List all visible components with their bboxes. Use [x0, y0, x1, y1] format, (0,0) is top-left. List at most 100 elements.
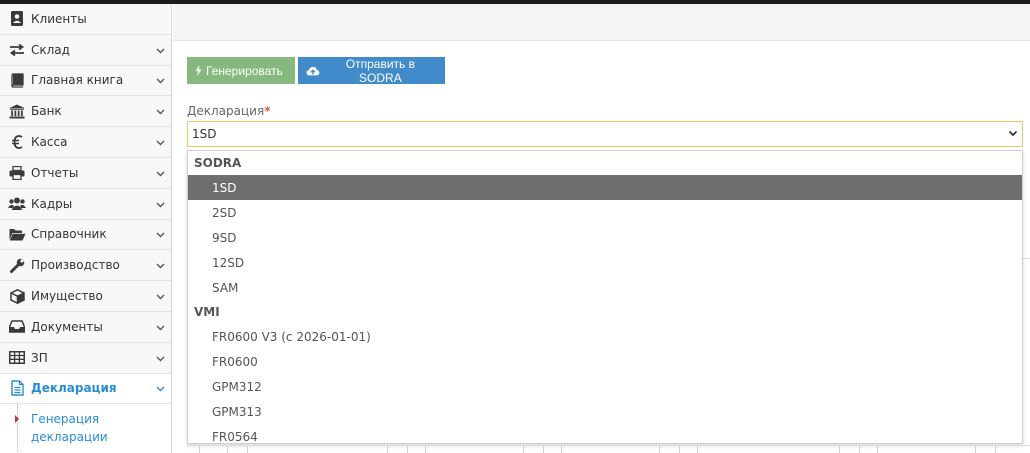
dropdown-option-gpm313[interactable]: GPM313 [188, 399, 1022, 424]
main-header [173, 4, 1030, 41]
sidebar-item-cash[interactable]: Касса [0, 127, 171, 158]
declaration-label-text: Декларация [187, 104, 265, 118]
sidebar-item-label: Справочник [31, 227, 107, 242]
sidebar-item-label: Отчеты [31, 165, 79, 180]
inbox-icon [8, 319, 26, 335]
table-column-divider [679, 446, 680, 453]
dropdown-option-sam[interactable]: SAM [188, 275, 1022, 300]
sidebar-item-label: Декларация [31, 381, 117, 396]
bolt-icon [195, 65, 202, 76]
background-table-header [187, 445, 1030, 453]
chevron-down-icon [156, 166, 165, 180]
table-column-divider [839, 446, 840, 453]
table-column-divider [523, 446, 524, 453]
chevron-down-icon [156, 351, 165, 365]
folder-open-icon [8, 226, 26, 242]
required-mark: * [264, 104, 271, 118]
chevron-down-icon [156, 381, 165, 395]
sidebar-item-production[interactable]: Производство [0, 250, 171, 282]
dropdown-option-fr0564[interactable]: FR0564 [188, 424, 1022, 444]
chevron-down-icon [156, 135, 165, 149]
table-column-divider [659, 446, 660, 453]
sidebar-item-bank[interactable]: Банк [0, 96, 171, 128]
table-column-divider [199, 446, 200, 453]
dropdown-option-12sd[interactable]: 12SD [188, 250, 1022, 275]
sidebar-subitem-generate-declaration[interactable]: Генерация декларации [0, 404, 171, 453]
sidebar-item-label: Склад [31, 42, 70, 57]
chevron-down-icon [156, 197, 165, 211]
caret-right-icon [15, 415, 19, 424]
dropdown-option-fr0600-v3[interactable]: FR0600 V3 (с 2026-01-01) [188, 324, 1022, 349]
table-icon [8, 350, 26, 366]
dropdown-option-9sd[interactable]: 9SD [188, 225, 1022, 250]
sidebar-item-label: Банк [31, 104, 62, 119]
address-book-icon [8, 11, 26, 27]
wrench-icon [8, 257, 26, 273]
sidebar-item-label: Производство [31, 258, 120, 273]
background-divider [1023, 258, 1030, 259]
chevron-down-icon [156, 104, 165, 118]
sidebar-item-label: Кадры [31, 196, 73, 211]
table-column-divider [543, 446, 544, 453]
sidebar-item-hr[interactable]: Кадры [0, 188, 171, 220]
generate-button-label: Генерировать [206, 63, 283, 78]
declaration-select[interactable]: 1SD [187, 121, 1023, 147]
dropdown-group-sodra: SODRA [194, 156, 242, 170]
sidebar-subitem-label: Генерация декларации [31, 412, 108, 445]
sidebar-item-property[interactable]: Имущество [0, 281, 171, 312]
file-text-icon [8, 380, 26, 397]
table-column-divider [877, 446, 878, 453]
tree-line [17, 404, 18, 453]
table-column-divider [227, 446, 228, 453]
table-column-divider [247, 446, 248, 453]
dropdown-option-fr0600[interactable]: FR0600 [188, 349, 1022, 374]
table-column-divider [561, 446, 562, 453]
chevron-down-icon [156, 73, 165, 87]
declaration-label: Декларация* [187, 104, 270, 118]
send-button-label: Отправить в SODRA [345, 56, 415, 85]
generate-button[interactable]: Генерировать [187, 57, 295, 84]
chevron-down-icon [156, 227, 165, 241]
sidebar-item-salary[interactable]: ЗП [0, 342, 171, 374]
users-icon [8, 196, 26, 212]
sidebar-item-reports[interactable]: Отчеты [0, 157, 171, 189]
sidebar-item-documents[interactable]: Документы [0, 311, 171, 343]
table-column-divider [995, 446, 996, 453]
dropdown-group-vmi: VMI [194, 305, 220, 319]
sidebar-item-label: Документы [31, 319, 103, 334]
dropdown-option-gpm312[interactable]: GPM312 [188, 374, 1022, 399]
sidebar-item-label: Клиенты [31, 11, 87, 26]
chevron-down-icon [156, 258, 165, 272]
sidebar-item-general-ledger[interactable]: Главная книга [0, 65, 171, 97]
table-column-divider [859, 446, 860, 453]
declaration-dropdown: SODRA 1SD 2SD 9SD 12SD SAM VMI FR0600 V3… [187, 150, 1023, 444]
sidebar-item-label: Имущество [31, 289, 103, 304]
table-column-divider [425, 446, 426, 453]
print-icon [8, 165, 26, 181]
table-column-divider [387, 446, 388, 453]
cloud-upload-icon [306, 66, 320, 75]
sidebar-item-label: ЗП [31, 350, 48, 365]
table-column-divider [407, 446, 408, 453]
chevron-down-icon [156, 289, 165, 303]
cube-icon [8, 288, 26, 304]
dropdown-option-2sd[interactable]: 2SD [188, 200, 1022, 225]
chevron-down-icon [1008, 128, 1018, 143]
sidebar: Клиенты Склад Главная книга Банк Касса О… [0, 4, 172, 453]
declaration-select-value: 1SD [192, 127, 217, 141]
book-icon [8, 72, 26, 88]
send-to-sodra-button[interactable]: Отправить в SODRA [298, 56, 445, 85]
sidebar-item-warehouse[interactable]: Склад [0, 34, 171, 66]
chevron-down-icon [156, 320, 165, 334]
euro-icon [8, 134, 26, 150]
sidebar-item-clients[interactable]: Клиенты [0, 4, 171, 35]
sidebar-item-directory[interactable]: Справочник [0, 219, 171, 251]
sidebar-item-label: Главная книга [31, 73, 124, 88]
dropdown-option-1sd[interactable]: 1SD [188, 175, 1022, 200]
sidebar-item-declaration[interactable]: Декларация [0, 373, 171, 405]
table-column-divider [975, 446, 976, 453]
exchange-icon [8, 42, 26, 58]
table-column-divider [697, 446, 698, 453]
sidebar-item-label: Касса [31, 135, 68, 150]
bank-icon [8, 103, 26, 119]
